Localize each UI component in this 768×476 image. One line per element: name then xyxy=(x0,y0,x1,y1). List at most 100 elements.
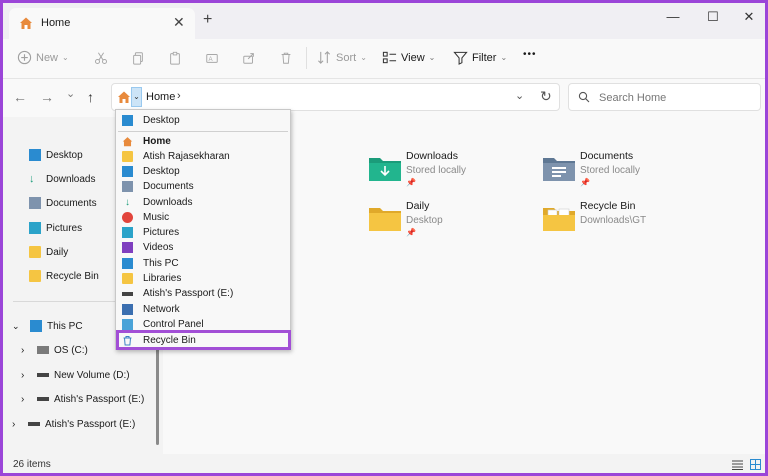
breadcrumb-chevron-icon[interactable]: › xyxy=(177,90,181,102)
refresh-button[interactable]: ↻ xyxy=(540,88,552,105)
pc-icon xyxy=(30,320,42,332)
menu-item-label: Atish's Passport (E:) xyxy=(143,288,234,299)
menu-item-documents[interactable]: Documents xyxy=(116,179,290,194)
close-window-button[interactable]: ✕ xyxy=(739,9,759,25)
view-button[interactable]: View ⌄ xyxy=(382,50,435,65)
folder-icon xyxy=(29,246,41,258)
sort-button[interactable]: Sort ⌄ xyxy=(317,50,367,65)
menu-item-music[interactable]: Music xyxy=(116,210,290,225)
new-tab-button[interactable]: + xyxy=(203,11,212,29)
menu-item-network[interactable]: Network xyxy=(116,302,290,317)
chevron-right-icon[interactable]: › xyxy=(21,394,33,405)
menu-item-desktop[interactable]: Desktop xyxy=(116,164,290,179)
menu-item-label: Control Panel xyxy=(143,319,204,330)
menu-item-label: Pictures xyxy=(143,227,180,238)
search-box[interactable]: Search Home xyxy=(568,83,761,111)
menu-item-label: Videos xyxy=(143,242,174,253)
forward-button[interactable]: → xyxy=(40,89,54,105)
tab-home[interactable]: Home ✕ xyxy=(9,8,195,39)
more-options-button[interactable]: ••• xyxy=(523,49,537,60)
explorer-window: Home ✕ + — ☐ ✕ New ⌄ A Sort ⌄ View ⌄ Fil… xyxy=(0,0,768,476)
drive-icon xyxy=(37,397,49,401)
sidebar-item-this-pc[interactable]: ⌄ This PC xyxy=(12,316,83,336)
menu-item-label: Atish Rajasekharan xyxy=(143,151,230,162)
maximize-button[interactable]: ☐ xyxy=(703,9,723,25)
cut-icon[interactable] xyxy=(94,51,108,65)
desktop-icon xyxy=(122,115,133,126)
status-bar: 26 items xyxy=(3,454,765,473)
menu-item-label: Downloads xyxy=(143,197,193,208)
address-bar[interactable]: ⌄ Home › ⌄ ↻ xyxy=(111,83,560,111)
sidebar-item-label: Daily xyxy=(46,246,69,258)
sidebar-item-desktop[interactable]: Desktop xyxy=(29,145,83,165)
menu-item-videos[interactable]: Videos xyxy=(116,240,290,255)
close-tab-icon[interactable]: ✕ xyxy=(173,14,185,31)
quick-access-recycle-bin[interactable]: Recycle Bin Downloads\GT xyxy=(543,199,646,231)
sidebar-item-downloads[interactable]: ↓ Downloads xyxy=(29,169,95,189)
quick-access-daily[interactable]: Daily Desktop 📌 xyxy=(369,199,443,237)
sidebar-item-passport-e-2[interactable]: › Atish's Passport (E:) xyxy=(12,414,135,434)
paste-icon[interactable] xyxy=(168,51,182,65)
location-dropdown-menu: Desktop Home Atish Rajasekharan Desktop … xyxy=(115,109,291,350)
sidebar-item-label: Pictures xyxy=(46,222,83,234)
menu-item-passport-e[interactable]: Atish's Passport (E:) xyxy=(116,286,290,301)
drive-icon xyxy=(37,373,49,377)
up-button[interactable]: ↑ xyxy=(87,89,94,105)
sort-label: Sort xyxy=(336,51,357,64)
pc-icon xyxy=(122,258,133,269)
breadcrumb[interactable]: Home xyxy=(146,91,175,103)
menu-item-label: Desktop xyxy=(143,115,180,126)
documents-folder-icon xyxy=(543,158,575,181)
item-location: Stored locally xyxy=(580,165,641,176)
filter-button[interactable]: Filter ⌄ xyxy=(453,50,507,65)
minimize-button[interactable]: — xyxy=(663,9,683,24)
back-button[interactable]: ← xyxy=(13,89,27,105)
pictures-icon xyxy=(29,222,41,234)
sidebar-item-label: Downloads xyxy=(46,173,96,185)
share-icon[interactable] xyxy=(242,51,256,65)
chevron-right-icon[interactable]: › xyxy=(21,370,33,381)
filter-label: Filter xyxy=(472,51,497,64)
sidebar-item-new-volume-d[interactable]: › New Volume (D:) xyxy=(21,365,130,385)
menu-item-this-pc[interactable]: This PC xyxy=(116,256,290,271)
menu-item-label: Documents xyxy=(143,181,194,192)
menu-item-pictures[interactable]: Pictures xyxy=(116,225,290,240)
new-button[interactable]: New ⌄ xyxy=(17,50,69,65)
delete-icon[interactable] xyxy=(279,51,293,65)
quick-access-documents[interactable]: Documents Stored locally 📌 xyxy=(543,149,640,187)
downloads-folder-icon xyxy=(369,158,401,181)
pin-icon: 📌 xyxy=(406,178,416,187)
sidebar-item-label: This PC xyxy=(47,320,83,332)
chevron-down-icon: ⌄ xyxy=(500,53,508,62)
item-location: Desktop xyxy=(406,215,443,226)
rename-icon[interactable]: A xyxy=(205,51,219,65)
recent-locations-button[interactable]: ⌄ xyxy=(66,87,75,100)
chevron-down-icon[interactable]: ⌄ xyxy=(12,321,24,332)
menu-item-desktop-top[interactable]: Desktop xyxy=(116,113,290,128)
chevron-right-icon[interactable]: › xyxy=(21,345,33,356)
address-history-button[interactable]: ⌄ xyxy=(515,89,524,102)
quick-access-downloads[interactable]: Downloads Stored locally 📌 xyxy=(369,149,466,187)
location-dropdown-button[interactable]: ⌄ xyxy=(131,87,142,107)
menu-item-label: Network xyxy=(143,304,180,315)
menu-divider xyxy=(118,131,288,132)
sidebar-item-recycle-bin[interactable]: Recycle Bin xyxy=(29,266,99,286)
menu-item-home[interactable]: Home xyxy=(116,134,290,149)
sidebar-item-pictures[interactable]: Pictures xyxy=(29,218,82,238)
desktop-icon xyxy=(29,149,41,161)
sidebar-item-os-c[interactable]: › OS (C:) xyxy=(21,340,88,360)
chevron-right-icon[interactable]: › xyxy=(12,419,24,430)
title-bar: Home ✕ + — ☐ ✕ xyxy=(3,3,765,39)
sidebar-item-passport-e[interactable]: › Atish's Passport (E:) xyxy=(21,389,144,409)
menu-item-downloads[interactable]: ↓ Downloads xyxy=(116,195,290,210)
drive-icon xyxy=(122,291,133,296)
menu-item-user-folder[interactable]: Atish Rajasekharan xyxy=(116,149,290,164)
copy-icon[interactable] xyxy=(131,51,145,65)
menu-item-libraries[interactable]: Libraries xyxy=(116,271,290,286)
sidebar-item-label: Recycle Bin xyxy=(46,270,99,282)
sidebar-scrollbar[interactable] xyxy=(156,339,159,445)
tiles-view-icon[interactable] xyxy=(750,459,761,470)
sidebar-item-daily[interactable]: Daily xyxy=(29,242,68,262)
sidebar-item-documents[interactable]: Documents xyxy=(29,193,97,213)
details-view-icon[interactable] xyxy=(732,460,743,470)
